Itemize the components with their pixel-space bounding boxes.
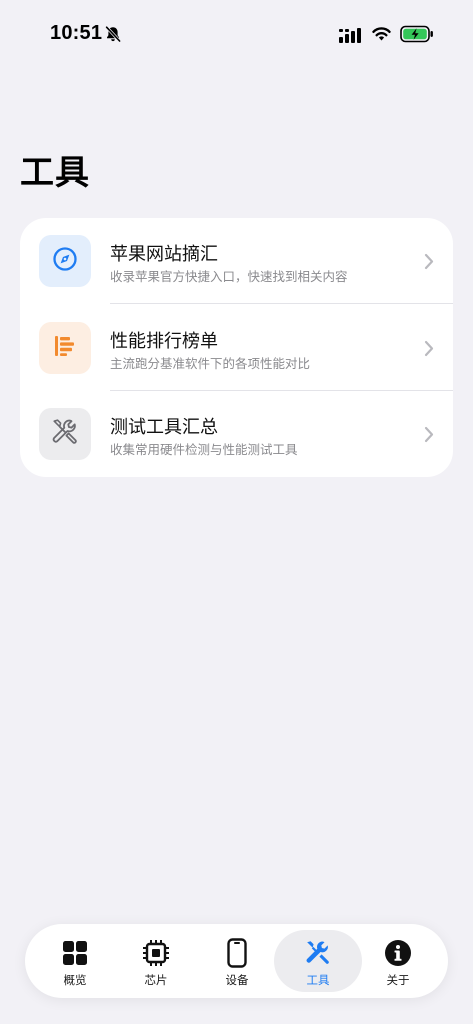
row-subtitle: 主流跑分基准软件下的各项性能对比	[110, 356, 311, 371]
chevron-right-icon	[424, 426, 434, 443]
bell-slash-icon	[104, 25, 122, 43]
tab-label: 设备	[225, 973, 249, 987]
row-icon-background	[39, 235, 91, 287]
row-icon-background	[39, 322, 91, 374]
grid-icon	[60, 938, 90, 968]
info-icon	[383, 938, 413, 968]
tab-tools[interactable]: 工具	[274, 930, 362, 992]
ranking-bars-icon	[52, 333, 78, 363]
tools-icon	[50, 417, 80, 451]
list-item-performance-ranking[interactable]: 性能排行榜单 主流跑分基准软件下的各项性能对比	[20, 305, 453, 391]
tab-label: 关于	[386, 973, 410, 987]
battery-charging-icon	[400, 25, 434, 43]
divider	[110, 303, 453, 304]
status-bar: 10:51	[0, 0, 473, 70]
chevron-right-icon	[424, 340, 434, 357]
tab-label: 概览	[63, 973, 87, 987]
chevron-right-icon	[424, 253, 434, 270]
row-title: 苹果网站摘汇	[110, 244, 218, 265]
phone-icon	[222, 938, 252, 968]
cellular-signal-icon	[339, 27, 363, 43]
row-icon-background	[39, 408, 91, 460]
tab-about[interactable]: 关于	[354, 930, 442, 992]
chip-icon	[141, 938, 171, 968]
page-title: 工具	[20, 153, 90, 193]
compass-icon	[52, 246, 78, 276]
row-title: 测试工具汇总	[110, 417, 218, 438]
status-time: 10:51	[50, 22, 103, 44]
row-title: 性能排行榜单	[110, 331, 218, 352]
list-item-test-tools[interactable]: 测试工具汇总 收集常用硬件检测与性能测试工具	[20, 391, 453, 477]
tab-label: 芯片	[144, 973, 168, 987]
tab-device[interactable]: 设备	[193, 930, 281, 992]
list-item-apple-websites[interactable]: 苹果网站摘汇 收录苹果官方快捷入口，快速找到相关内容	[20, 218, 453, 304]
tools-icon	[303, 938, 333, 968]
tab-overview[interactable]: 概览	[31, 930, 119, 992]
row-subtitle: 收录苹果官方快捷入口，快速找到相关内容	[110, 269, 348, 284]
tab-bar: 概览 芯片 设备 工具 关于	[25, 924, 448, 998]
tools-list: 苹果网站摘汇 收录苹果官方快捷入口，快速找到相关内容 性能排行榜单 主流跑分基准…	[20, 218, 453, 477]
tab-label: 工具	[306, 973, 330, 987]
wifi-icon	[371, 25, 392, 43]
row-subtitle: 收集常用硬件检测与性能测试工具	[110, 442, 298, 457]
tab-chip[interactable]: 芯片	[112, 930, 200, 992]
